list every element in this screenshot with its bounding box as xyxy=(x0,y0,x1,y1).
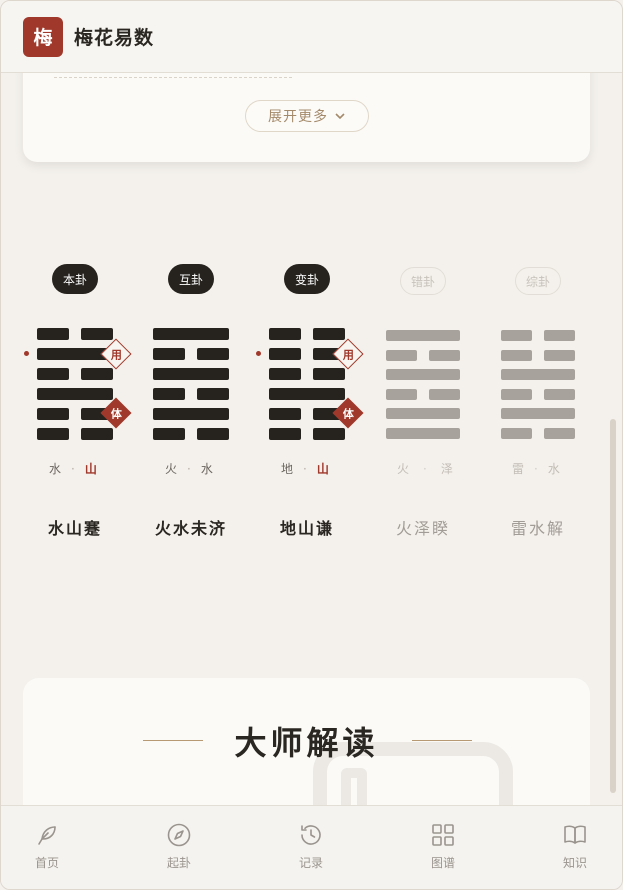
hexagram-tab-1[interactable]: 互卦 xyxy=(168,264,214,294)
hexagram-tab-0[interactable]: 本卦 xyxy=(52,264,98,294)
trigram-pair: 火 · 水 xyxy=(165,460,213,477)
hexagram-name[interactable]: 火泽睽 xyxy=(396,515,450,539)
moving-line-dot xyxy=(256,351,261,356)
lower-trigram: 水 xyxy=(547,462,560,476)
trigram-separator: · xyxy=(187,461,191,476)
yong-tag: 用 xyxy=(100,338,132,370)
trigram-pair: 火 · 泽 xyxy=(397,460,453,477)
compass-icon xyxy=(167,823,191,847)
nav-item-atlas[interactable]: 图谱 xyxy=(413,822,473,871)
scrollbar[interactable] xyxy=(610,419,616,793)
grid-icon xyxy=(432,824,454,846)
app-frame: 展开更多 梅 梅花易数 本卦用体水 · 山水山蹇 互卦火 · 水火水未济 变卦用体地 · 山地山… xyxy=(0,0,623,890)
expand-more-label: 展开更多 xyxy=(268,109,328,125)
chevron-down-icon xyxy=(335,113,345,120)
yang-line xyxy=(501,369,575,380)
yang-line xyxy=(386,369,460,380)
book-icon xyxy=(564,825,586,844)
upper-trigram: 火 xyxy=(397,462,410,476)
trigram-pair: 水 · 山 xyxy=(49,460,97,477)
yin-line xyxy=(153,388,229,400)
trigram-separator: · xyxy=(423,461,427,476)
app-logo: 梅 xyxy=(23,16,63,57)
nav-item-history[interactable]: 记录 xyxy=(281,822,341,871)
hexagram-tab-2[interactable]: 变卦 xyxy=(284,264,330,294)
master-reading-title: 大师解读 xyxy=(234,724,379,762)
lower-trigram: 泽 xyxy=(440,462,453,476)
yin-line xyxy=(37,328,113,340)
yin-line xyxy=(37,428,113,440)
yang-line xyxy=(153,328,229,340)
moving-line-dot xyxy=(24,351,29,356)
bottom-nav: 首页 起卦 记录 图谱 知识 xyxy=(1,805,622,889)
nav-item-home[interactable]: 首页 xyxy=(17,822,77,871)
yin-line xyxy=(153,348,229,360)
lower-trigram: 山 xyxy=(84,462,97,476)
ti-tag: 体 xyxy=(332,397,364,429)
trigram-separator: · xyxy=(303,461,307,476)
trigram-pair: 雷 · 水 xyxy=(512,460,560,477)
yang-line xyxy=(269,388,345,400)
yin-line xyxy=(37,368,113,380)
nav-item-divine[interactable]: 起卦 xyxy=(149,822,209,871)
expand-more-button[interactable]: 展开更多 xyxy=(245,100,369,132)
nav-item-knowledge[interactable]: 知识 xyxy=(545,822,605,871)
yin-line xyxy=(501,388,575,400)
trigram-pair: 地 · 山 xyxy=(281,460,329,477)
yin-line xyxy=(501,427,575,439)
upper-trigram: 雷 xyxy=(512,462,525,476)
hexagram-tab-3[interactable]: 错卦 xyxy=(400,267,446,295)
yang-line xyxy=(501,408,575,419)
trigram-separator: · xyxy=(534,461,538,476)
ti-tag: 体 xyxy=(100,397,132,429)
hexagram-name[interactable]: 地山谦 xyxy=(280,515,334,539)
upper-trigram: 水 xyxy=(49,462,62,476)
upper-trigram: 火 xyxy=(165,462,178,476)
feather-icon xyxy=(38,826,56,845)
yang-line xyxy=(386,408,460,419)
dashed-divider xyxy=(54,77,292,78)
app-header: 梅 梅花易数 xyxy=(1,1,622,73)
yang-line xyxy=(386,330,460,341)
trigram-separator: · xyxy=(71,461,75,476)
hexagram-name[interactable]: 雷水解 xyxy=(511,515,565,539)
yang-line xyxy=(153,408,229,420)
lower-trigram: 水 xyxy=(200,462,213,476)
yong-tag: 用 xyxy=(332,338,364,370)
yin-line xyxy=(269,428,345,440)
yang-line xyxy=(37,388,113,400)
yin-line xyxy=(501,330,575,341)
hexagram-tab-4[interactable]: 综卦 xyxy=(515,267,561,295)
yin-line xyxy=(269,368,345,380)
yang-line xyxy=(386,427,460,439)
yin-line xyxy=(386,388,460,400)
yin-line xyxy=(386,349,460,361)
lower-trigram: 山 xyxy=(316,462,329,476)
upper-trigram: 地 xyxy=(281,462,294,476)
app-title: 梅花易数 xyxy=(74,27,155,49)
yin-line xyxy=(269,328,345,340)
yin-line xyxy=(501,349,575,361)
yin-line xyxy=(153,428,229,440)
hexagram-name[interactable]: 水山蹇 xyxy=(48,515,102,539)
hexagram-name[interactable]: 火水未济 xyxy=(155,515,227,539)
yang-line xyxy=(153,368,229,380)
history-icon xyxy=(301,825,321,845)
